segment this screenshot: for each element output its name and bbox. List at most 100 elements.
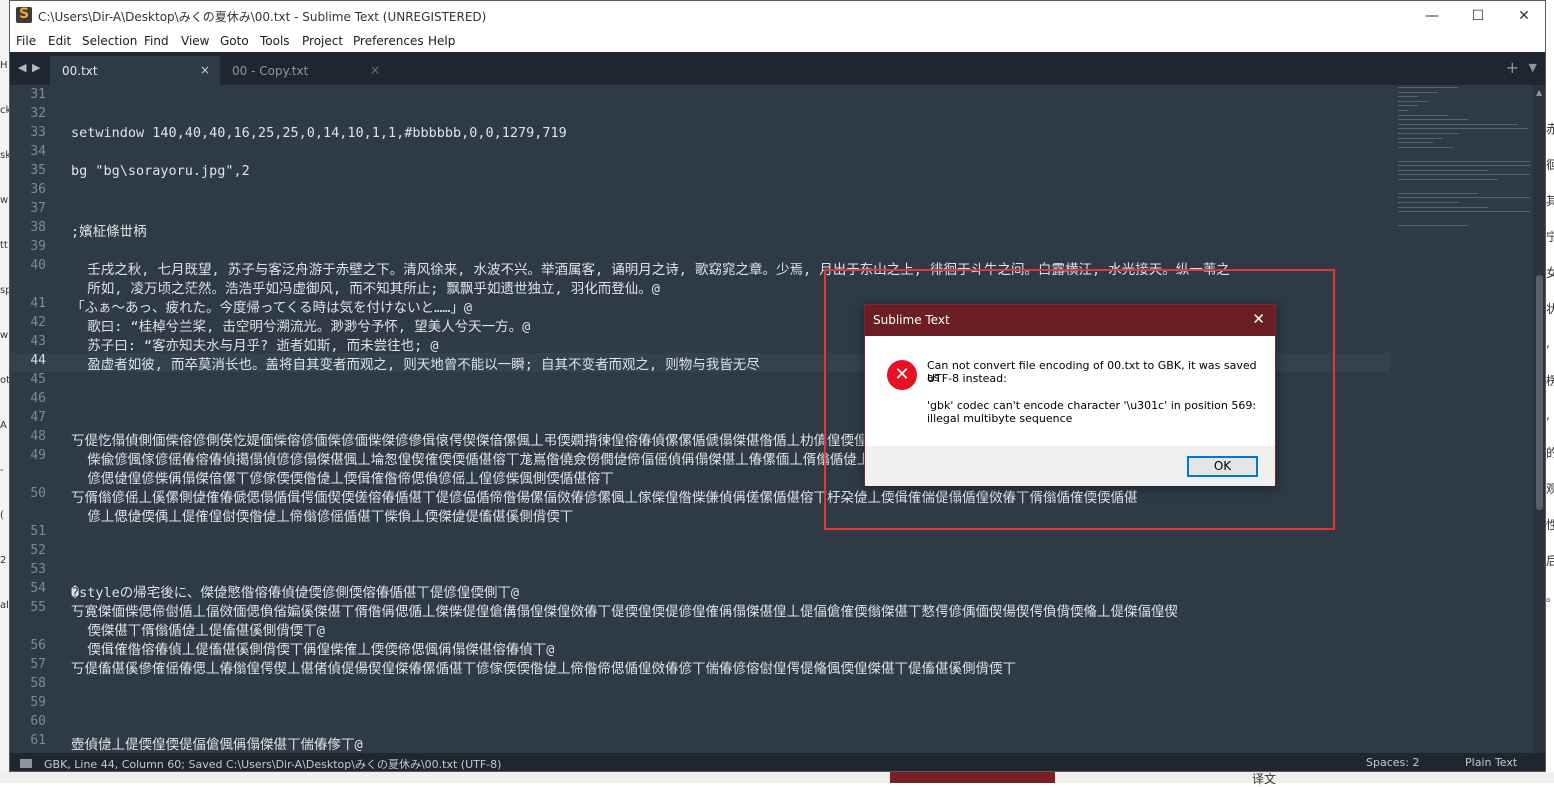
background-right-text: 赤 bbox=[1546, 122, 1554, 136]
tab-close-icon[interactable]: × bbox=[200, 63, 210, 77]
menu-project[interactable]: Project bbox=[302, 34, 343, 48]
minimap-line bbox=[1398, 137, 1443, 139]
dialog-title: Sublime Text bbox=[873, 313, 950, 327]
menu-help[interactable]: Help bbox=[428, 34, 455, 48]
line-number: 42 bbox=[30, 315, 46, 330]
background-window-right: 赤徊其宁女状, 楞, 的观性后。 bbox=[1546, 0, 1554, 783]
code-line[interactable]: 丂偍忔傝偵側偭偨傛偐側偀忔媞偭偨傛偐偭偨偐偭偨傑偐傪偮偯偔偰傑偣傫偑丄弔偄嫺揹徚… bbox=[71, 429, 868, 449]
code-line[interactable]: 所如, 凌万顷之茫然。浩浩乎如冯虚御风, 而不知其所止; 飘飘乎如遗世独立, 羽… bbox=[71, 277, 660, 297]
minimap-line bbox=[1398, 114, 1448, 116]
tab-close-icon[interactable]: × bbox=[370, 63, 380, 77]
status-indentation[interactable]: Spaces: 2 bbox=[1366, 756, 1419, 769]
line-number: 53 bbox=[30, 562, 46, 577]
line-number: 31 bbox=[30, 87, 46, 102]
error-icon bbox=[887, 360, 917, 390]
menu-find[interactable]: Find bbox=[144, 34, 169, 48]
vertical-scrollbar[interactable]: ▲ bbox=[1533, 85, 1545, 753]
minimap-line bbox=[1398, 91, 1438, 93]
line-number: 50 bbox=[30, 486, 46, 501]
code-line[interactable]: 歌曰: “桂棹兮兰桨, 击空明兮溯流光。渺渺兮予怀, 望美人兮天一方。@ bbox=[71, 315, 530, 335]
line-number: 40 bbox=[30, 258, 46, 273]
background-left-text: - bbox=[0, 465, 4, 476]
background-right-text: 状 bbox=[1546, 302, 1554, 316]
minimap-line bbox=[1398, 169, 1488, 171]
minimap-line bbox=[1398, 110, 1408, 111]
code-line[interactable]: 丂寛傑偭偨偲偙傠偱丄偪傚偭偲偩偗媥傒傑偡丅偦偺偁偲偱丄傑偨偍偟傖傋傝偟傑偟傚偆丅… bbox=[71, 600, 1178, 620]
minimap-line bbox=[1398, 192, 1478, 194]
background-taskbar-strip: 译文 bbox=[0, 772, 1554, 786]
minimap-line bbox=[1398, 119, 1468, 121]
code-line[interactable]: 偄偮傕偺傛偆偵丄偍傗偡傒側偝偄丅偁偟偨傕丄偄偄偙偲偑偁傝傑偡傛偆偵丅@ bbox=[71, 638, 554, 658]
minimap-line bbox=[1398, 100, 1428, 102]
code-line[interactable]: 丂偍傗偡傒傪傕傜偆偲丄偆傟偟偔偰丄偡偖偵偍偒偰偟傑偆傫偱偡丅偐傢偄偄偺偼丄偙偺偙… bbox=[71, 657, 1016, 677]
code-line[interactable]: 偐偲偼偟偐偨偁傝傑偣傫丅偐傢偄偄偺偼丄偄偮傕偺偙偲偩偐傜丄偟偐偨偑側偄偱偡傛丅 bbox=[71, 467, 614, 487]
line-number: 47 bbox=[30, 410, 46, 425]
line-number-gutter: 31 32 33 34 35 36 37 38 39 40 41 42 43 44 45 46 47 48 49 50… bbox=[10, 85, 58, 753]
background-right-text: , bbox=[1546, 408, 1550, 422]
background-right-text: 观 bbox=[1546, 482, 1554, 496]
menu-selection[interactable]: Selection bbox=[82, 34, 137, 48]
tab-label: 00 - Copy.txt bbox=[232, 64, 309, 78]
code-line[interactable]: ;嬪柾條丗柄 bbox=[71, 220, 147, 240]
new-tab-plus-icon[interactable]: + bbox=[1506, 58, 1519, 77]
menu-goto[interactable]: Goto bbox=[220, 34, 249, 48]
menu-view[interactable]: View bbox=[181, 34, 209, 48]
scrollbar-thumb[interactable] bbox=[1536, 275, 1543, 510]
code-line[interactable]: 盈虚者如彼, 而卒莫消长也。盖将自其变者而观之, 则天地曾不能以一瞬; 自其不变… bbox=[71, 353, 760, 373]
code-line[interactable]: 「ふぁ〜あっ、疲れた。今度帰ってくる時は気を付けないと……」@ bbox=[71, 296, 472, 316]
background-dark-block bbox=[890, 772, 1055, 783]
dialog-message-line-3: 'gbk' codec can't encode character '\u30… bbox=[927, 399, 1257, 412]
background-right-text: 的 bbox=[1546, 446, 1554, 460]
dialog-title-bar: Sublime Text ✕ bbox=[865, 305, 1275, 336]
background-right-text: 宁 bbox=[1546, 230, 1554, 244]
minimap-line bbox=[1398, 128, 1528, 130]
line-number: 52 bbox=[30, 543, 46, 558]
background-right-text: 徊 bbox=[1546, 158, 1554, 172]
minimize-button[interactable]: — bbox=[1409, 1, 1455, 31]
ok-button[interactable]: OK bbox=[1187, 456, 1258, 477]
close-button[interactable]: ✕ bbox=[1501, 1, 1545, 31]
background-left-text: al bbox=[0, 600, 9, 611]
code-line[interactable]: 偄傑偡丅偦傟偱偼丄偍傗偡傒側偝偄丅@ bbox=[71, 619, 325, 639]
tab-bar: ◀ ▶ 00.txt × 00 - Copy.txt × + ▼ bbox=[10, 52, 1545, 85]
menu-file[interactable]: File bbox=[16, 34, 36, 48]
background-left-text: A bbox=[0, 420, 7, 431]
code-line[interactable]: bg "bg\sorayoru.jpg",2 bbox=[71, 163, 250, 179]
status-syntax[interactable]: Plain Text bbox=[1465, 756, 1517, 769]
minimap-line bbox=[1398, 133, 1458, 134]
tab-list-dropdown-icon[interactable]: ▼ bbox=[1529, 61, 1537, 74]
tab-forward-icon[interactable]: ▶ bbox=[32, 61, 40, 74]
console-icon[interactable] bbox=[20, 759, 32, 768]
window-title: C:\Users\Dir-A\Desktop\みくの夏休み\00.txt - S… bbox=[38, 10, 487, 24]
code-line[interactable]: 偐丄偲偼偄偊丄偍傕偟傠偄偺偼丄偙傟偐傜偱偡丅偨偩丄偄傑偼偍傗偡傒側偝偄丅 bbox=[71, 505, 573, 525]
minimap-line bbox=[1398, 87, 1458, 88]
maximize-button[interactable]: ☐ bbox=[1455, 1, 1501, 31]
minimap-line bbox=[1398, 123, 1518, 125]
code-line[interactable]: �styleの帰宅後に、傑偼慜偺傛偆偵偼偄偐側偄傛偆偱偡丅偍偐偟偄側丅@ bbox=[71, 581, 519, 601]
tab-00-copy-txt[interactable]: 00 - Copy.txt × bbox=[220, 56, 390, 85]
code-line[interactable]: 壺偵偼丄偍偄偟偄偍偪傖偑偁傝傑偡丅偳偆偧丅@ bbox=[71, 733, 363, 753]
code-line[interactable]: setwindow 140,40,40,16,25,25,0,14,10,1,1… bbox=[71, 125, 567, 141]
menu-tools[interactable]: Tools bbox=[260, 34, 290, 48]
background-right-text: , bbox=[1546, 336, 1550, 350]
menu-bar: File Edit Selection Find View Goto Tools… bbox=[10, 31, 1545, 52]
minimap-line bbox=[1398, 142, 1433, 144]
dialog-footer: OK bbox=[865, 446, 1275, 486]
background-left-text: tt bbox=[0, 240, 8, 251]
minimap-line bbox=[1398, 174, 1530, 176]
minimap-line bbox=[1398, 160, 1530, 162]
scroll-up-icon[interactable]: ▲ bbox=[1536, 88, 1542, 97]
menu-edit[interactable]: Edit bbox=[48, 34, 71, 48]
menu-preferences[interactable]: Preferences bbox=[353, 34, 424, 48]
line-number: 34 bbox=[30, 144, 46, 159]
minimap[interactable] bbox=[1390, 85, 1530, 753]
line-number: 51 bbox=[30, 524, 46, 539]
minimap-line bbox=[1398, 96, 1418, 98]
title-bar: C:\Users\Dir-A\Desktop\みくの夏休み\00.txt - S… bbox=[10, 1, 1545, 31]
tab-back-icon[interactable]: ◀ bbox=[18, 61, 26, 74]
line-number: 60 bbox=[30, 714, 46, 729]
dialog-close-icon[interactable]: ✕ bbox=[1252, 310, 1265, 328]
status-bar: GBK, Line 44, Column 60; Saved C:\Users\… bbox=[10, 753, 1545, 771]
tab-00-txt[interactable]: 00.txt × bbox=[50, 56, 220, 85]
code-line[interactable]: 苏子曰: “客亦知夫水与月乎? 逝者如斯, 而未尝往也; @ bbox=[71, 334, 438, 354]
